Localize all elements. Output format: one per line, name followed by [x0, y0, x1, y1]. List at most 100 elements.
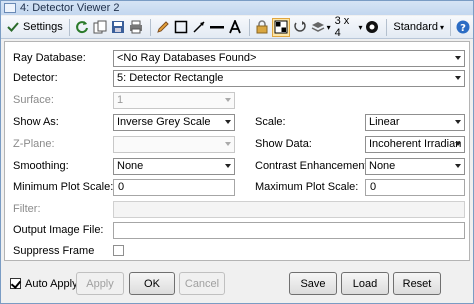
text-icon	[227, 19, 243, 35]
scale-dropdown[interactable]: Linear	[365, 114, 465, 131]
refresh-icon	[74, 19, 90, 35]
chevron-down-icon	[455, 76, 461, 80]
check-icon	[5, 19, 21, 35]
toolbar-separator	[386, 18, 388, 36]
z-plane-dropdown[interactable]	[113, 136, 235, 153]
layout-label: 3 x 4	[334, 15, 350, 39]
rotate-icon	[292, 19, 308, 35]
surface-dropdown[interactable]: 1	[113, 92, 235, 109]
aperture-icon	[364, 19, 380, 35]
min-plot-scale-label: Minimum Plot Scale:	[13, 181, 114, 193]
arrow-icon	[191, 19, 207, 35]
smoothing-label: Smoothing:	[13, 160, 69, 172]
camera-button[interactable]	[364, 18, 380, 37]
help-button[interactable]: ?	[455, 18, 471, 37]
cancel-button[interactable]: Cancel	[179, 272, 225, 295]
contrast-value: None	[369, 160, 396, 172]
toolbar-separator	[149, 18, 151, 36]
save-button[interactable]: Save	[289, 272, 337, 295]
show-as-value: Inverse Grey Scale	[117, 116, 211, 128]
scale-value: Linear	[369, 116, 400, 128]
settings-button[interactable]: Settings	[5, 18, 63, 37]
settings-label: Settings	[23, 21, 63, 33]
line-button[interactable]	[209, 18, 225, 37]
suppress-frame-label: Suppress Frame	[13, 245, 95, 257]
filter-field[interactable]	[113, 201, 465, 218]
chevron-down-icon	[225, 142, 231, 146]
pencil-icon	[155, 19, 171, 35]
show-as-label: Show As:	[13, 116, 59, 128]
refresh-button[interactable]	[74, 18, 90, 37]
load-button[interactable]: Load	[341, 272, 389, 295]
printer-icon	[128, 19, 144, 35]
output-image-file-field[interactable]	[113, 222, 465, 239]
pencil-button[interactable]	[155, 18, 171, 37]
ray-database-label: Ray Database:	[13, 52, 86, 64]
layers-button[interactable]: ▾	[310, 18, 331, 37]
z-plane-label: Z-Plane:	[13, 138, 55, 150]
auto-apply-label: Auto Apply	[25, 278, 78, 290]
show-data-dropdown[interactable]: Incoherent Irradian	[365, 136, 465, 153]
floppy-icon	[110, 19, 126, 35]
chevron-down-icon	[225, 98, 231, 102]
toolbar-separator	[450, 18, 451, 36]
arrow-button[interactable]	[191, 18, 207, 37]
chevron-down-icon	[225, 164, 231, 168]
show-data-value: Incoherent Irradian	[369, 138, 462, 150]
chevron-down-icon	[455, 164, 461, 168]
ray-database-value: <No Ray Databases Found>	[117, 52, 257, 64]
print-button[interactable]	[128, 18, 144, 37]
standard-dropdown[interactable]: Standard ▾	[391, 18, 444, 37]
detector-dropdown[interactable]: 5: Detector Rectangle	[113, 70, 465, 87]
detector-viewer-window: 4: Detector Viewer 2 Settings ▾ 3 x 4 ▾ …	[0, 0, 474, 304]
lock-button[interactable]	[254, 18, 270, 37]
settings-panel: Ray Database: <No Ray Databases Found> D…	[4, 41, 470, 261]
save-image-button[interactable]	[110, 18, 126, 37]
chevron-down-icon	[225, 120, 231, 124]
detector-value: 5: Detector Rectangle	[117, 72, 224, 84]
standard-dropdown-arrow-icon: ▾	[440, 22, 445, 32]
max-plot-scale-label: Maximum Plot Scale:	[255, 181, 359, 193]
chevron-down-icon	[455, 142, 461, 146]
text-button[interactable]	[227, 18, 243, 37]
show-data-label: Show Data:	[255, 138, 312, 150]
copy-button[interactable]	[92, 18, 108, 37]
title-bar: 4: Detector Viewer 2	[1, 1, 473, 15]
filter-label: Filter:	[13, 203, 41, 215]
rectangle-icon	[173, 19, 189, 35]
standard-label: Standard	[393, 21, 439, 33]
ray-database-dropdown[interactable]: <No Ray Databases Found>	[113, 50, 465, 67]
layout-dropdown-arrow-icon: ▾	[358, 22, 363, 32]
window-icon	[4, 3, 16, 13]
smoothing-dropdown[interactable]: None	[113, 158, 235, 175]
suppress-frame-checkbox[interactable]	[113, 245, 124, 256]
grid-button[interactable]	[271, 17, 290, 37]
layout-button[interactable]: 3 x 4 ▾	[333, 15, 363, 39]
surface-label: Surface:	[13, 94, 54, 106]
contrast-label: Contrast Enhancement:	[255, 160, 371, 172]
contrast-dropdown[interactable]: None	[365, 158, 465, 175]
help-icon: ?	[455, 19, 471, 35]
apply-button[interactable]: Apply	[76, 272, 124, 295]
chevron-down-icon	[455, 120, 461, 124]
show-as-dropdown[interactable]: Inverse Grey Scale	[113, 114, 235, 131]
auto-apply-checkbox[interactable]	[10, 278, 21, 289]
reset-button[interactable]: Reset	[393, 272, 441, 295]
toolbar: Settings ▾ 3 x 4 ▾ Standard ▾ ?	[1, 15, 473, 39]
min-plot-scale-field[interactable]: 0	[113, 179, 235, 196]
rotate-button[interactable]	[292, 18, 308, 37]
window-title: 4: Detector Viewer 2	[20, 2, 120, 14]
ok-button[interactable]: OK	[129, 272, 175, 295]
detector-label: Detector:	[13, 72, 58, 84]
scale-label: Scale:	[255, 116, 286, 128]
line-icon	[209, 19, 225, 35]
rectangle-button[interactable]	[173, 18, 189, 37]
toolbar-separator	[248, 18, 250, 36]
layers-dropdown-arrow-icon: ▾	[326, 22, 331, 32]
toolbar-separator	[68, 18, 70, 36]
svg-text:?: ?	[460, 23, 466, 34]
max-plot-scale-field[interactable]: 0	[365, 179, 465, 196]
grid-icon	[273, 19, 289, 35]
lock-icon	[254, 19, 270, 35]
surface-value: 1	[117, 94, 124, 106]
